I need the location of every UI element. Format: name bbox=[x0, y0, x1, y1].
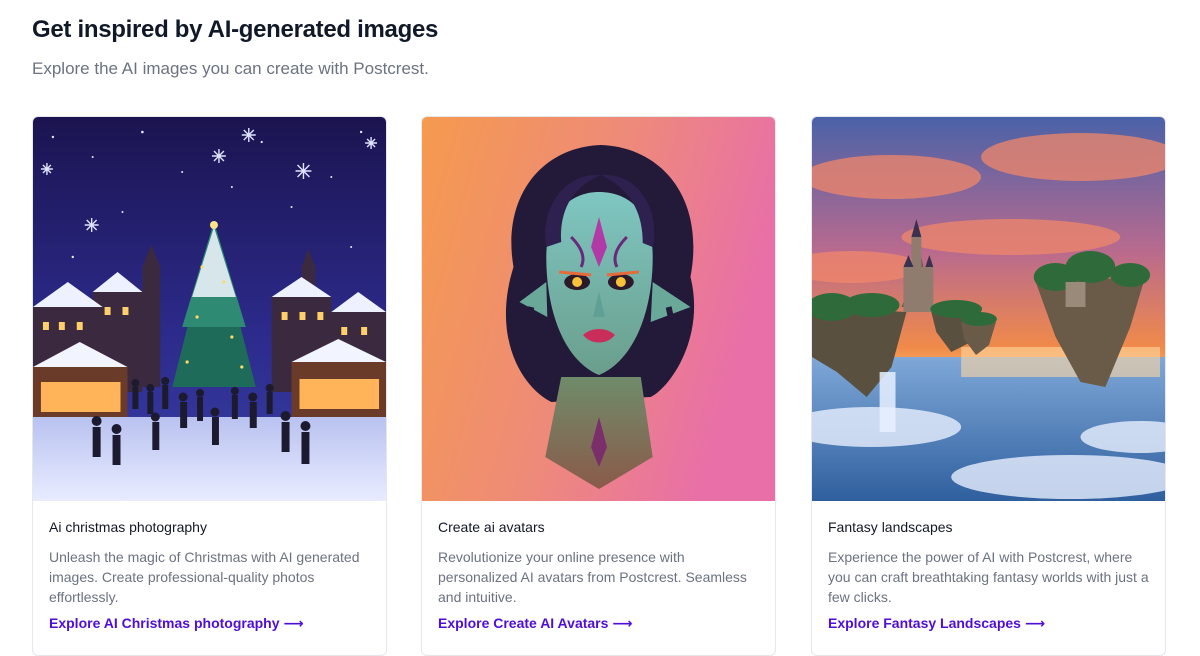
card-title: Fantasy landscapes bbox=[828, 519, 953, 535]
arrow-right-icon: ⟶ bbox=[283, 615, 304, 631]
card-description: Unleash the magic of Christmas with AI g… bbox=[49, 549, 360, 605]
link-label: Explore Create AI Avatars bbox=[438, 615, 609, 631]
card-avatars[interactable]: Create ai avatars Revolutionize your onl… bbox=[421, 116, 776, 656]
inspiration-section: Get inspired by AI-generated images Expl… bbox=[0, 0, 1200, 656]
christmas-market-image[interactable] bbox=[33, 117, 386, 501]
card-title: Ai christmas photography bbox=[49, 519, 207, 535]
arrow-right-icon: ⟶ bbox=[612, 615, 633, 631]
fantasy-landscape-image[interactable] bbox=[812, 117, 1165, 501]
link-label: Explore Fantasy Landscapes bbox=[828, 615, 1021, 631]
explore-avatars-link[interactable]: Explore Create AI Avatars ⟶ bbox=[438, 615, 632, 632]
arrow-right-icon: ⟶ bbox=[1024, 615, 1046, 631]
card-christmas[interactable]: Ai christmas photography Unleash the mag… bbox=[32, 116, 387, 656]
section-subtitle: Explore the AI images you can create wit… bbox=[32, 59, 429, 78]
card-title: Create ai avatars bbox=[438, 519, 545, 535]
section-title: Get inspired by AI-generated images bbox=[32, 16, 439, 43]
card-description: Revolutionize your online presence with … bbox=[438, 549, 747, 605]
link-label: Explore AI Christmas photography bbox=[49, 615, 280, 631]
card-grid: Ai christmas photography Unleash the mag… bbox=[32, 116, 1168, 656]
card-fantasy-landscapes[interactable]: Fantasy landscapes Experience the power … bbox=[811, 116, 1166, 656]
avatar-portrait-image[interactable] bbox=[422, 117, 775, 501]
card-description: Experience the power of AI with Postcres… bbox=[828, 549, 1149, 605]
explore-christmas-link[interactable]: Explore AI Christmas photography ⟶ bbox=[49, 615, 304, 632]
explore-fantasy-link[interactable]: Explore Fantasy Landscapes ⟶ bbox=[828, 615, 1045, 632]
